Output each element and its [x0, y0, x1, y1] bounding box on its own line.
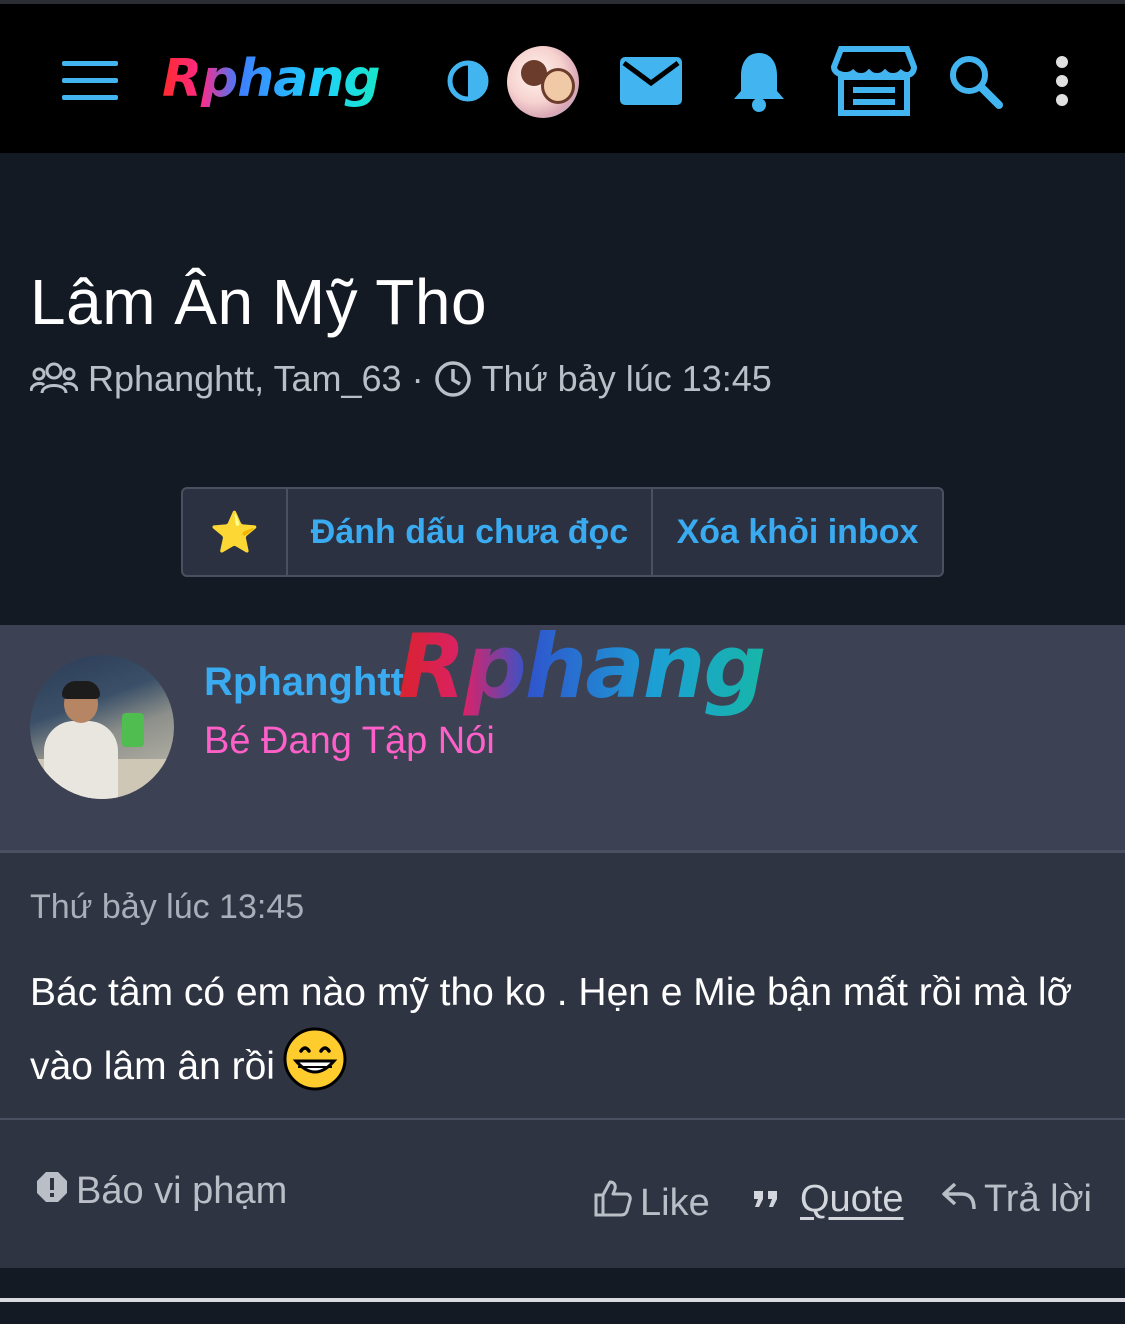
post-avatar[interactable] — [30, 655, 174, 799]
top-navigation-bar: Rphang — [0, 0, 1125, 153]
store-icon[interactable] — [830, 4, 918, 157]
meta-separator: · — [411, 358, 424, 399]
message-text: Bác tâm có em nào mỹ tho ko . Hẹn e Mie … — [30, 971, 1073, 1088]
reply-icon — [942, 1178, 984, 1221]
alert-octagon-icon — [36, 1170, 76, 1213]
conversation-meta: Rphanghtt, Tam_63 · Thứ bảy lúc 13:45 — [30, 358, 772, 400]
star-button[interactable]: ⭐ — [183, 489, 288, 575]
report-label: Báo vi phạm — [76, 1170, 288, 1212]
thumbs-up-icon — [592, 1178, 640, 1228]
bell-icon[interactable] — [728, 4, 790, 157]
like-button[interactable]: Like — [592, 1178, 710, 1228]
star-icon: ⭐ — [209, 510, 260, 555]
page-title: Lâm Ân Mỹ Tho — [30, 266, 488, 338]
watermark-logo: Rphang — [398, 615, 766, 718]
reply-button[interactable]: Trả lời — [942, 1178, 1092, 1221]
clock-icon — [434, 360, 472, 398]
message-body: Bác tâm có em nào mỹ tho ko . Hẹn e Mie … — [30, 958, 1100, 1101]
contrast-icon[interactable] — [446, 4, 490, 157]
quote-button[interactable]: Quote — [752, 1178, 904, 1221]
quote-icon — [752, 1178, 788, 1221]
menu-icon[interactable] — [60, 4, 120, 157]
remove-from-inbox-button[interactable]: Xóa khỏi inbox — [653, 489, 942, 575]
conversation-time: Thứ bảy lúc 13:45 — [481, 358, 772, 399]
mark-unread-button[interactable]: Đánh dấu chưa đọc — [288, 489, 653, 575]
post-time: Thứ bảy lúc 13:45 — [30, 888, 305, 926]
more-vertical-icon[interactable] — [1046, 4, 1078, 157]
conversation-header: Lâm Ân Mỹ Tho Rphanghtt, Tam_63 · Thứ bả… — [0, 153, 1125, 625]
users-icon — [30, 361, 78, 397]
grinning-face-icon — [283, 1027, 347, 1091]
reply-label: Trả lời — [984, 1178, 1092, 1220]
report-button[interactable]: Báo vi phạm — [36, 1170, 287, 1213]
participants[interactable]: Rphanghtt, Tam_63 — [88, 358, 402, 400]
message-panel: Thứ bảy lúc 13:45 Bác tâm có em nào mỹ t… — [0, 850, 1125, 1118]
post-actions-bar: Báo vi phạm Like Quote Trả lời — [0, 1118, 1125, 1268]
divider — [0, 1298, 1125, 1302]
post-username[interactable]: Rphanghtt — [204, 660, 404, 705]
avatar[interactable] — [507, 46, 579, 118]
quote-label: Quote — [800, 1178, 904, 1220]
search-icon[interactable] — [944, 4, 1006, 157]
user-title: Bé Đang Tập Nói — [204, 720, 495, 762]
site-logo[interactable]: Rphang — [162, 44, 381, 114]
mail-icon[interactable] — [618, 4, 684, 157]
like-label: Like — [640, 1181, 710, 1224]
conversation-action-buttons: ⭐ Đánh dấu chưa đọc Xóa khỏi inbox — [181, 487, 944, 577]
